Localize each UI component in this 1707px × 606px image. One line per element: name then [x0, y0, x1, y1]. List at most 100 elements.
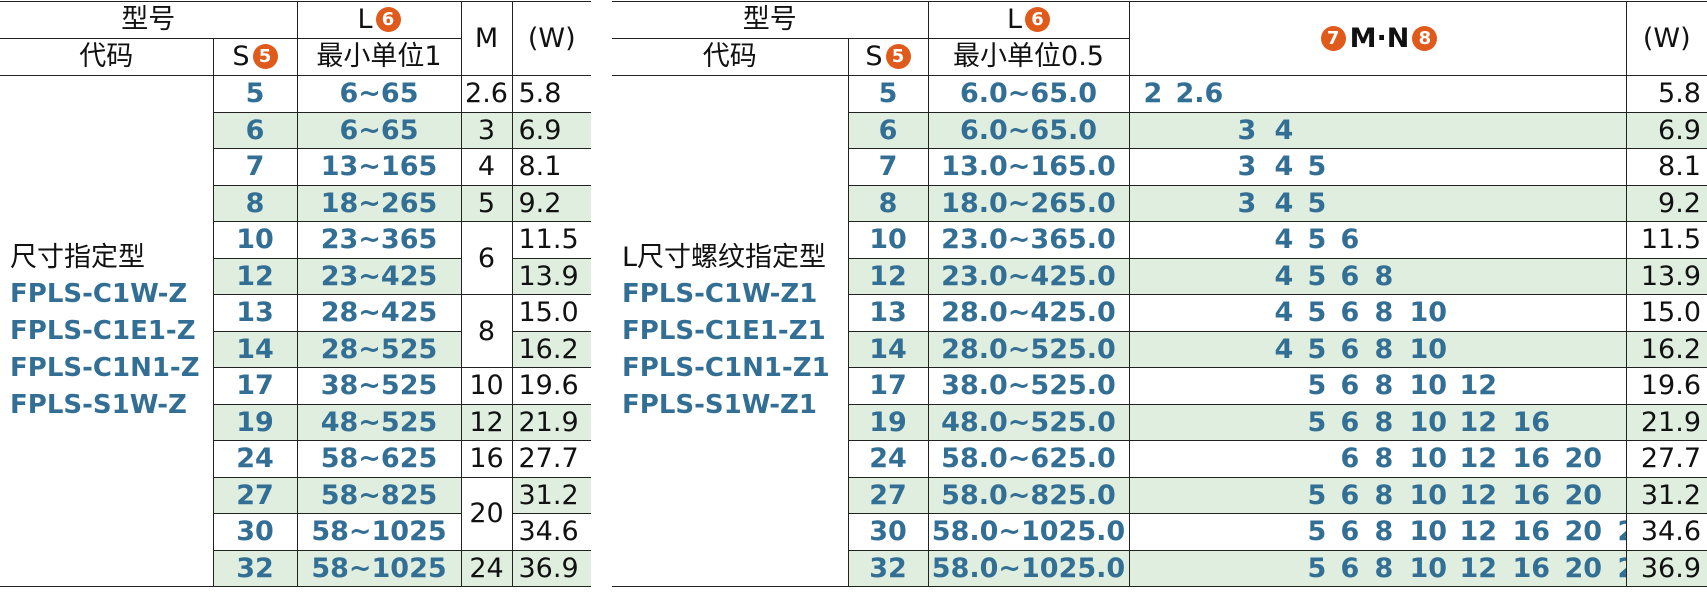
- mn-value: 3: [1237, 187, 1257, 219]
- s-cell: 12: [847, 257, 929, 295]
- header-m: M: [460, 1, 513, 76]
- w-cell: 31.2: [1625, 476, 1707, 514]
- l-range-cell: 28~525: [296, 330, 462, 368]
- series-code: FPLS-S1W-Z1: [622, 389, 817, 420]
- mn-value: 6: [1340, 333, 1360, 365]
- header-l: L6: [296, 1, 462, 39]
- l-range-cell: 13~165: [296, 148, 462, 186]
- mn-cell: 5 6 8 10 12: [1128, 367, 1627, 405]
- l-range-cell: 58~1025: [296, 549, 462, 587]
- s-cell: 7: [847, 148, 929, 186]
- m-cell: 6: [460, 221, 513, 295]
- badge-6: 6: [375, 7, 401, 32]
- mn-value: 5: [1307, 552, 1327, 584]
- mn-value: 16: [1512, 406, 1551, 438]
- l-range-cell: 28.0~425.0: [927, 294, 1130, 332]
- l-range-cell: 58.0~1025.0: [927, 513, 1130, 551]
- series-title: L尺寸螺纹指定型: [622, 241, 827, 273]
- w-cell: 31.2: [511, 476, 591, 514]
- l-range-cell: 6~65: [296, 111, 462, 149]
- s-cell: 8: [212, 184, 298, 222]
- header-w: (W): [511, 1, 591, 76]
- s-cell: 10: [212, 221, 298, 259]
- l-range-cell: 48~525: [296, 403, 462, 441]
- m-cell: 3: [460, 111, 513, 149]
- mn-value: 5: [1307, 516, 1327, 547]
- s-cell: 24: [847, 440, 929, 478]
- s-cell: 32: [847, 549, 929, 587]
- s-cell: 6: [847, 111, 929, 149]
- spec-table-thread-type: 型号 L6 7 M·N 8 (W) 代码 S5 最小单位0.5 L尺寸螺纹指定型 FP…: [612, 1, 1707, 587]
- badge-5: 5: [252, 44, 278, 69]
- w-cell: 15.0: [1625, 294, 1707, 332]
- mn-value: 10: [1409, 552, 1448, 584]
- s-cell: 27: [212, 476, 298, 514]
- badge-7: 7: [1320, 25, 1346, 51]
- header-mn: 7 M·N 8: [1128, 1, 1627, 76]
- table-row: 尺寸指定型 FPLS-C1W-Z FPLS-C1E1-Z FPLS-C1N1-Z FPL…: [0, 75, 591, 587]
- mn-value: 8: [1374, 333, 1394, 365]
- s-cell: 17: [847, 367, 929, 405]
- s-cell: 12: [212, 257, 298, 295]
- mn-value: 10: [1409, 370, 1448, 401]
- mn-value: 4: [1274, 260, 1294, 292]
- w-cell: 15.0: [511, 294, 591, 332]
- mn-cell: 2 2.6: [1128, 75, 1627, 113]
- l-range-cell: 38.0~525.0: [927, 367, 1130, 405]
- w-cell: 6.9: [1625, 111, 1707, 149]
- l-range-cell: 28~425: [296, 294, 462, 332]
- l-range-cell: 58.0~1025.0: [927, 549, 1130, 587]
- mn-value: 5: [1307, 333, 1327, 365]
- l-range-cell: 23~365: [296, 221, 462, 259]
- mn-cell: 34: [1128, 111, 1627, 149]
- l-range-cell: 13.0~165.0: [927, 148, 1130, 186]
- mn-value: 5: [1307, 151, 1327, 182]
- badge-8: 8: [1412, 25, 1438, 51]
- w-cell: 5.8: [1625, 75, 1707, 113]
- mn-value: 6: [1340, 297, 1360, 328]
- mn-cell: 345: [1128, 184, 1627, 222]
- s-cell: 24: [212, 440, 298, 478]
- m-cell: 4: [460, 148, 513, 186]
- w-cell: 34.6: [511, 513, 591, 551]
- mn-value: 4: [1274, 151, 1294, 182]
- header-min-unit: 最小单位1: [296, 38, 462, 76]
- header-model: 型号: [0, 1, 298, 39]
- s-cell: 6: [212, 111, 298, 149]
- mn-value: 8: [1374, 516, 1394, 547]
- header-code: 代码: [612, 38, 849, 76]
- header-min-unit: 最小单位0.5: [927, 38, 1130, 76]
- l-range-cell: 58.0~825.0: [927, 476, 1130, 514]
- w-cell: 36.9: [511, 549, 591, 587]
- w-cell: 13.9: [1625, 257, 1707, 295]
- header-w: (W): [1625, 1, 1707, 76]
- w-cell: 9.2: [511, 184, 591, 222]
- mn-value: 24: [1618, 551, 1626, 586]
- mn-value: 12: [1459, 370, 1498, 401]
- series-code: FPLS-C1N1-Z: [10, 352, 200, 383]
- mn-value: 10: [1409, 333, 1448, 365]
- mn-value: 8: [1374, 297, 1394, 328]
- mn-value: 5: [1307, 260, 1327, 292]
- mn-value: 8: [1374, 443, 1394, 474]
- mn-cell: 4 5 6 8 10: [1128, 330, 1627, 368]
- w-cell: 16.2: [511, 330, 591, 368]
- mn-value: 12: [1459, 552, 1498, 584]
- s-cell: 14: [212, 330, 298, 368]
- mn-value: 2: [1143, 78, 1163, 109]
- spec-table-dimension-type: 型号 L6 M (W) 代码 S5 最小单位1 尺寸指定型 FPLS-C1W-Z F…: [0, 1, 591, 587]
- w-cell: 8.1: [511, 148, 591, 186]
- s-cell: 13: [847, 294, 929, 332]
- header-s: S5: [847, 38, 929, 76]
- mn-value: 6: [1340, 406, 1360, 438]
- l-range-cell: 6.0~65.0: [927, 75, 1130, 113]
- s-cell: 5: [847, 75, 929, 113]
- m-cell: 5: [460, 184, 513, 222]
- s-cell: 14: [847, 330, 929, 368]
- s-cell: 5: [212, 75, 298, 113]
- mn-value: 20: [1564, 443, 1603, 474]
- mn-value: 3: [1237, 114, 1257, 146]
- mn-value: 10: [1409, 443, 1448, 474]
- m-cell: 16: [460, 440, 513, 478]
- badge-5: 5: [885, 44, 911, 69]
